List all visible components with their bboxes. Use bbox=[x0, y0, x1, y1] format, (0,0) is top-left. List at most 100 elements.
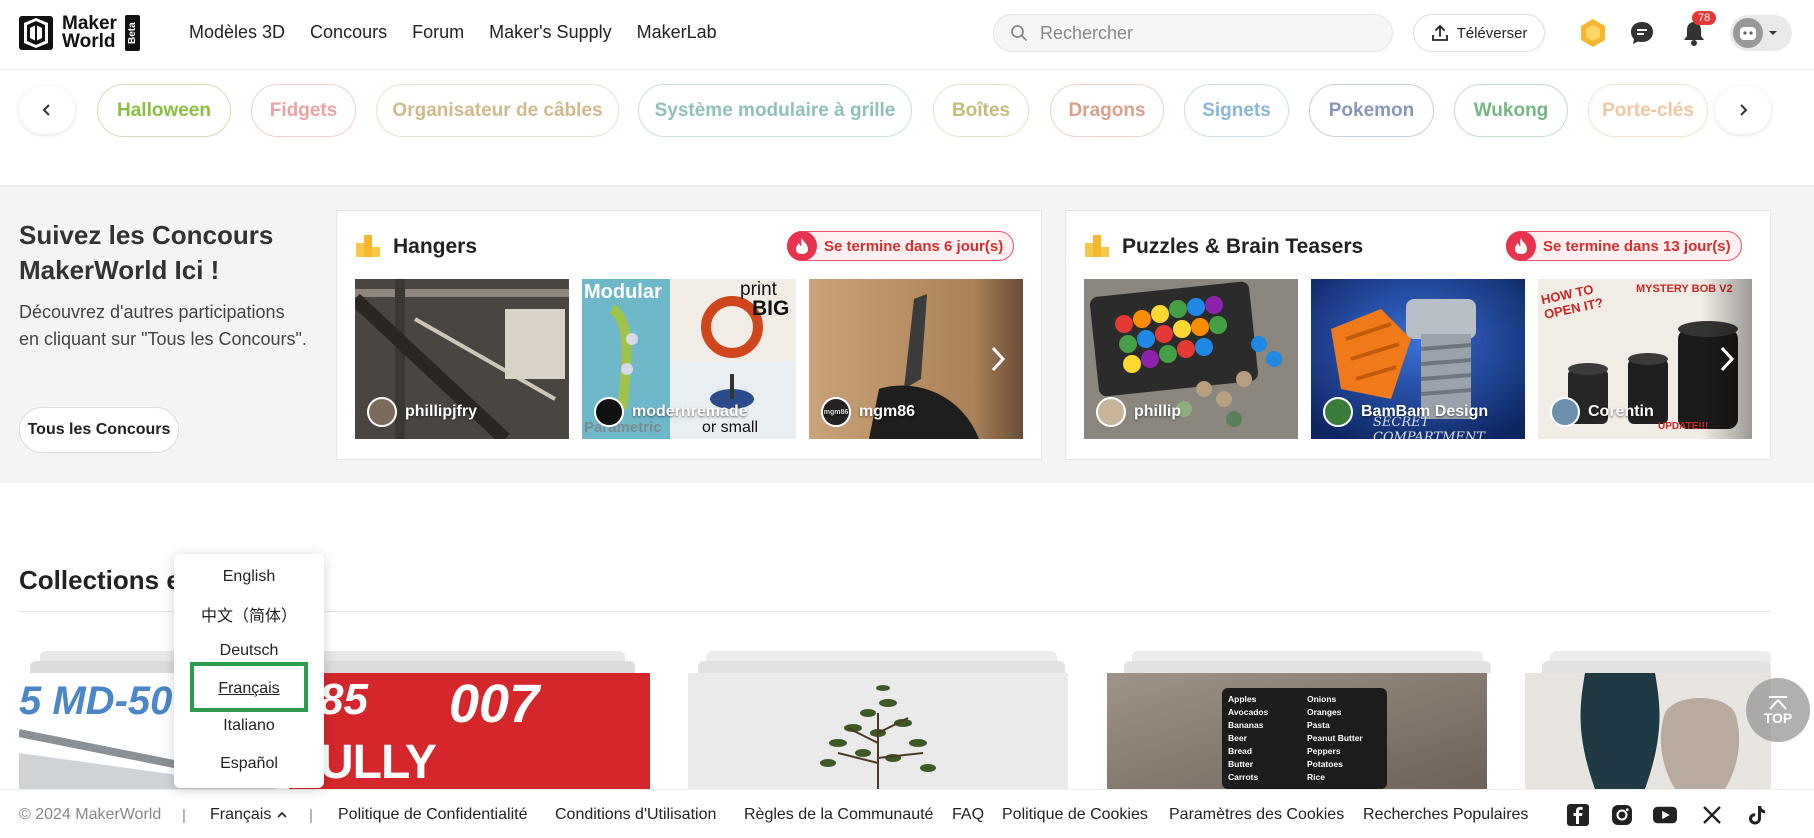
trophy-icon bbox=[1085, 235, 1109, 257]
card-next-button[interactable] bbox=[1702, 279, 1752, 439]
nav-makers-supply[interactable]: Maker's Supply bbox=[489, 22, 611, 43]
collection-card[interactable] bbox=[1525, 673, 1771, 789]
tiktok-icon[interactable] bbox=[1745, 803, 1769, 827]
language-selector[interactable]: Français bbox=[210, 806, 287, 824]
footer-link-popular-searches[interactable]: Recherches Populaires bbox=[1363, 806, 1528, 824]
contest-card-hangers[interactable]: Hangers Se termine dans 6 jour(s) philli… bbox=[336, 210, 1042, 460]
entry-author: phillipjfry bbox=[405, 403, 477, 420]
contest-description: Découvrez d'autres participations en cli… bbox=[19, 302, 307, 349]
collection-image bbox=[1525, 673, 1771, 789]
flame-icon bbox=[1506, 231, 1536, 261]
footer-link-faq[interactable]: FAQ bbox=[952, 806, 984, 824]
chevron-right-icon bbox=[991, 346, 1006, 372]
collection-stack bbox=[698, 661, 1065, 673]
entry-author: phillip bbox=[1134, 403, 1182, 420]
contest-card-puzzles[interactable]: Puzzles & Brain Teasers Se termine dans … bbox=[1065, 210, 1771, 460]
beta-badge: Beta bbox=[124, 15, 140, 51]
collection-card[interactable] bbox=[688, 673, 1068, 789]
chevron-left-icon bbox=[42, 104, 50, 116]
copyright: © 2024 MakerWorld bbox=[19, 806, 162, 823]
tag-bookmarks[interactable]: Signets bbox=[1184, 84, 1289, 137]
collections-heading: Collections e bbox=[19, 565, 181, 595]
separator: | bbox=[182, 807, 186, 824]
entry-author: modernremade bbox=[632, 403, 748, 420]
language-option-english[interactable]: English bbox=[174, 559, 324, 595]
upload-label: Téléverser bbox=[1456, 24, 1528, 42]
facebook-icon[interactable] bbox=[1566, 803, 1590, 827]
logo-cube-icon bbox=[19, 16, 53, 50]
points-hex-icon[interactable] bbox=[1577, 17, 1609, 49]
tag-cable-organizer[interactable]: Organisateur de câbles bbox=[376, 84, 619, 137]
avatar: mgm86 bbox=[821, 397, 851, 427]
x-icon[interactable] bbox=[1700, 803, 1724, 827]
nav-models-3d[interactable]: Modèles 3D bbox=[189, 22, 285, 43]
logo-line2: World bbox=[62, 31, 116, 52]
arrow-up-icon bbox=[1769, 696, 1787, 710]
main-nav: Modèles 3D Concours Forum Maker's Supply… bbox=[189, 22, 717, 43]
language-option-italian[interactable]: Italiano bbox=[174, 708, 324, 744]
language-option-chinese[interactable]: 中文（简体） bbox=[174, 596, 324, 632]
all-contests-button[interactable]: Tous les Concours bbox=[19, 407, 179, 453]
footer-link-community[interactable]: Règles de la Communauté bbox=[744, 806, 933, 824]
tag-fidgets[interactable]: Fidgets bbox=[251, 84, 356, 137]
instagram-icon[interactable] bbox=[1610, 803, 1634, 827]
trophy-icon bbox=[356, 235, 380, 257]
entry-author: BamBam Design bbox=[1361, 403, 1489, 420]
entry-thumbnail[interactable]: phillipjfry bbox=[355, 279, 569, 439]
search-input[interactable] bbox=[1040, 22, 1360, 44]
upload-button[interactable]: Téléverser bbox=[1413, 14, 1545, 52]
nav-makerlab[interactable]: MakerLab bbox=[637, 22, 717, 43]
tag-wukong[interactable]: Wukong bbox=[1454, 84, 1568, 137]
avatar bbox=[1323, 397, 1353, 427]
collection-card[interactable]: Apples Avocados Bananas Beer Bread Butter Carr… bbox=[1107, 673, 1487, 789]
tag-boxes[interactable]: Boîtes bbox=[933, 84, 1029, 137]
avatar bbox=[1733, 18, 1763, 48]
nav-contests[interactable]: Concours bbox=[310, 22, 387, 43]
notification-badge: 78 bbox=[1692, 11, 1717, 25]
entry-thumbnail[interactable]: Modular print BIG Parametric or small mo… bbox=[582, 279, 796, 439]
top-header: Maker World Beta Modèles 3D Concours For… bbox=[0, 0, 1814, 70]
avatar bbox=[1550, 397, 1580, 427]
entry-author: mgm86 bbox=[859, 403, 916, 420]
footer-link-terms[interactable]: Conditions d'Utilisation bbox=[555, 806, 716, 824]
upload-icon bbox=[1431, 25, 1448, 41]
search-bar bbox=[993, 14, 1393, 52]
collection-card[interactable]: 5 MD-50 85 007 ULLY FUNCTIONAL bbox=[19, 673, 650, 789]
deadline-badge: Se termine dans 6 jour(s) bbox=[787, 231, 1015, 261]
contest-card-title: Puzzles & Brain Teasers bbox=[1122, 235, 1364, 258]
tag-halloween[interactable]: Halloween bbox=[97, 84, 231, 137]
tag-pokemon[interactable]: Pokemon bbox=[1309, 84, 1434, 137]
youtube-icon[interactable] bbox=[1653, 803, 1677, 827]
contest-heading: Suivez les Concours MakerWorld Ici ! bbox=[19, 220, 274, 285]
account-menu[interactable] bbox=[1730, 15, 1792, 51]
collection-stack bbox=[1124, 661, 1491, 673]
scroll-top-button[interactable]: TOP bbox=[1746, 678, 1810, 742]
selection-highlight bbox=[190, 662, 308, 712]
separator: | bbox=[309, 807, 313, 824]
language-option-spanish[interactable]: Español bbox=[174, 746, 324, 782]
tags-prev-button[interactable] bbox=[19, 86, 75, 134]
entry-thumbnail[interactable]: phillip bbox=[1084, 279, 1298, 439]
chevron-right-icon bbox=[1740, 104, 1748, 116]
deadline-badge: Se termine dans 13 jour(s) bbox=[1506, 231, 1742, 261]
chevron-up-icon bbox=[277, 811, 287, 818]
avatar bbox=[594, 397, 624, 427]
collection-image bbox=[688, 673, 1068, 789]
search-icon bbox=[1011, 25, 1027, 41]
footer-link-privacy[interactable]: Politique de Confidentialité bbox=[338, 806, 527, 824]
footer-link-cookie-settings[interactable]: Paramètres des Cookies bbox=[1169, 806, 1344, 824]
card-next-button[interactable] bbox=[973, 279, 1023, 439]
tag-modular-grid[interactable]: Système modulaire à grille bbox=[638, 84, 912, 137]
makerworld-logo[interactable]: Maker World Beta bbox=[18, 14, 140, 52]
tag-dragons[interactable]: Dragons bbox=[1050, 84, 1164, 137]
entry-thumbnail[interactable]: SECRET COMPARTMENT BamBam Design bbox=[1311, 279, 1525, 439]
nav-forum[interactable]: Forum bbox=[412, 22, 464, 43]
avatar bbox=[367, 397, 397, 427]
collection-stack bbox=[30, 661, 635, 673]
tag-keychains[interactable]: Porte-clés bbox=[1588, 84, 1708, 137]
tags-next-button[interactable] bbox=[1715, 86, 1771, 134]
footer-link-cookies[interactable]: Politique de Cookies bbox=[1002, 806, 1148, 824]
messages-icon[interactable] bbox=[1626, 17, 1658, 49]
flame-icon bbox=[787, 231, 817, 261]
collection-stack bbox=[1542, 661, 1771, 673]
